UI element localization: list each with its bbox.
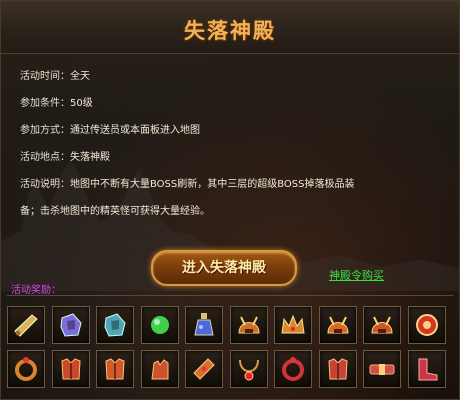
winged-armor-icon bbox=[328, 358, 348, 380]
info-row-method: 参加方式：通过传送员或本面板进入地图 bbox=[20, 117, 445, 144]
panel-title: 失落神殿 bbox=[184, 19, 276, 43]
info-value: 通过传送员或本面板进入地图 bbox=[70, 125, 200, 136]
info-row-requirement: 参加条件：50级 bbox=[20, 90, 445, 117]
red-bracelet-icon bbox=[282, 357, 304, 381]
belt-icon bbox=[369, 364, 395, 375]
reward-item-slot[interactable] bbox=[185, 350, 223, 388]
info-label: 参加条件： bbox=[20, 98, 70, 109]
reward-item-slot[interactable] bbox=[230, 350, 268, 388]
info-label: 活动说明： bbox=[20, 179, 70, 190]
info-value: 备；击杀地图中的精英怪可获得大量经验。 bbox=[20, 206, 210, 217]
amulet-icon bbox=[416, 314, 438, 336]
reward-item-slot[interactable] bbox=[7, 350, 45, 388]
event-panel: 失落神殿 活动时间：全天 参加条件：50级 参加方式：通过传送员或本面板进入地图… bbox=[0, 0, 460, 400]
reward-label: 活动奖励： bbox=[11, 285, 61, 296]
reward-item-slot[interactable] bbox=[408, 306, 446, 344]
reward-grid bbox=[7, 306, 453, 396]
info-value: 地图中不断有大量BOSS刷新，其中三层的超级BOSS掉落极品装 bbox=[70, 179, 355, 190]
reward-item-slot[interactable] bbox=[52, 350, 90, 388]
reward-item-slot[interactable] bbox=[319, 350, 357, 388]
reward-item-slot[interactable] bbox=[52, 306, 90, 344]
reward-item-slot[interactable] bbox=[230, 306, 268, 344]
ring-icon bbox=[15, 357, 37, 381]
purple-gem-icon bbox=[60, 313, 82, 337]
bracer-icon bbox=[193, 358, 215, 380]
info-label: 活动时间： bbox=[20, 71, 70, 82]
info-label: 活动地点： bbox=[20, 152, 70, 163]
reward-item-slot[interactable] bbox=[319, 306, 357, 344]
divider bbox=[7, 295, 453, 296]
reward-item-slot[interactable] bbox=[141, 350, 179, 388]
green-orb-icon bbox=[151, 316, 169, 334]
helmet-icon bbox=[238, 316, 260, 334]
necklace-icon bbox=[239, 359, 259, 381]
event-info: 活动时间：全天 参加条件：50级 参加方式：通过传送员或本面板进入地图 活动地点… bbox=[20, 63, 445, 225]
horned-helm-icon bbox=[371, 316, 393, 334]
reward-item-slot[interactable] bbox=[141, 306, 179, 344]
reward-item-slot[interactable] bbox=[7, 306, 45, 344]
info-label: 参加方式： bbox=[20, 125, 70, 136]
reward-item-slot[interactable] bbox=[274, 306, 312, 344]
teal-gem-icon bbox=[104, 313, 126, 337]
reward-item-slot[interactable] bbox=[96, 350, 134, 388]
reward-item-slot[interactable] bbox=[408, 350, 446, 388]
reward-item-slot[interactable] bbox=[96, 306, 134, 344]
dragon-helm-icon bbox=[327, 316, 349, 334]
reward-item-slot[interactable] bbox=[363, 350, 401, 388]
golden-scroll-icon bbox=[14, 314, 38, 337]
panel-header: 失落神殿 bbox=[1, 1, 459, 54]
reward-item-slot[interactable] bbox=[185, 306, 223, 344]
info-value: 全天 bbox=[70, 71, 90, 82]
info-value: 失落神殿 bbox=[70, 152, 110, 163]
armor-icon bbox=[61, 358, 81, 380]
reward-item-slot[interactable] bbox=[274, 350, 312, 388]
gauntlet-icon bbox=[151, 359, 169, 380]
enter-temple-button[interactable]: 进入失落神殿 bbox=[151, 250, 297, 286]
potion-icon bbox=[194, 313, 214, 336]
boots-icon bbox=[418, 358, 438, 381]
reward-item-slot[interactable] bbox=[363, 306, 401, 344]
dragon-armor-icon bbox=[105, 358, 125, 380]
temple-token-buy-link[interactable]: 神殿令购买 bbox=[329, 267, 384, 283]
info-row-description-cont: 备；击杀地图中的精英怪可获得大量经验。 bbox=[20, 198, 445, 225]
info-row-description: 活动说明：地图中不断有大量BOSS刷新，其中三层的超级BOSS掉落极品装 bbox=[20, 171, 445, 198]
info-row-time: 活动时间：全天 bbox=[20, 63, 445, 90]
info-value: 50级 bbox=[70, 98, 93, 109]
info-row-location: 活动地点：失落神殿 bbox=[20, 144, 445, 171]
crown-icon bbox=[281, 314, 305, 334]
